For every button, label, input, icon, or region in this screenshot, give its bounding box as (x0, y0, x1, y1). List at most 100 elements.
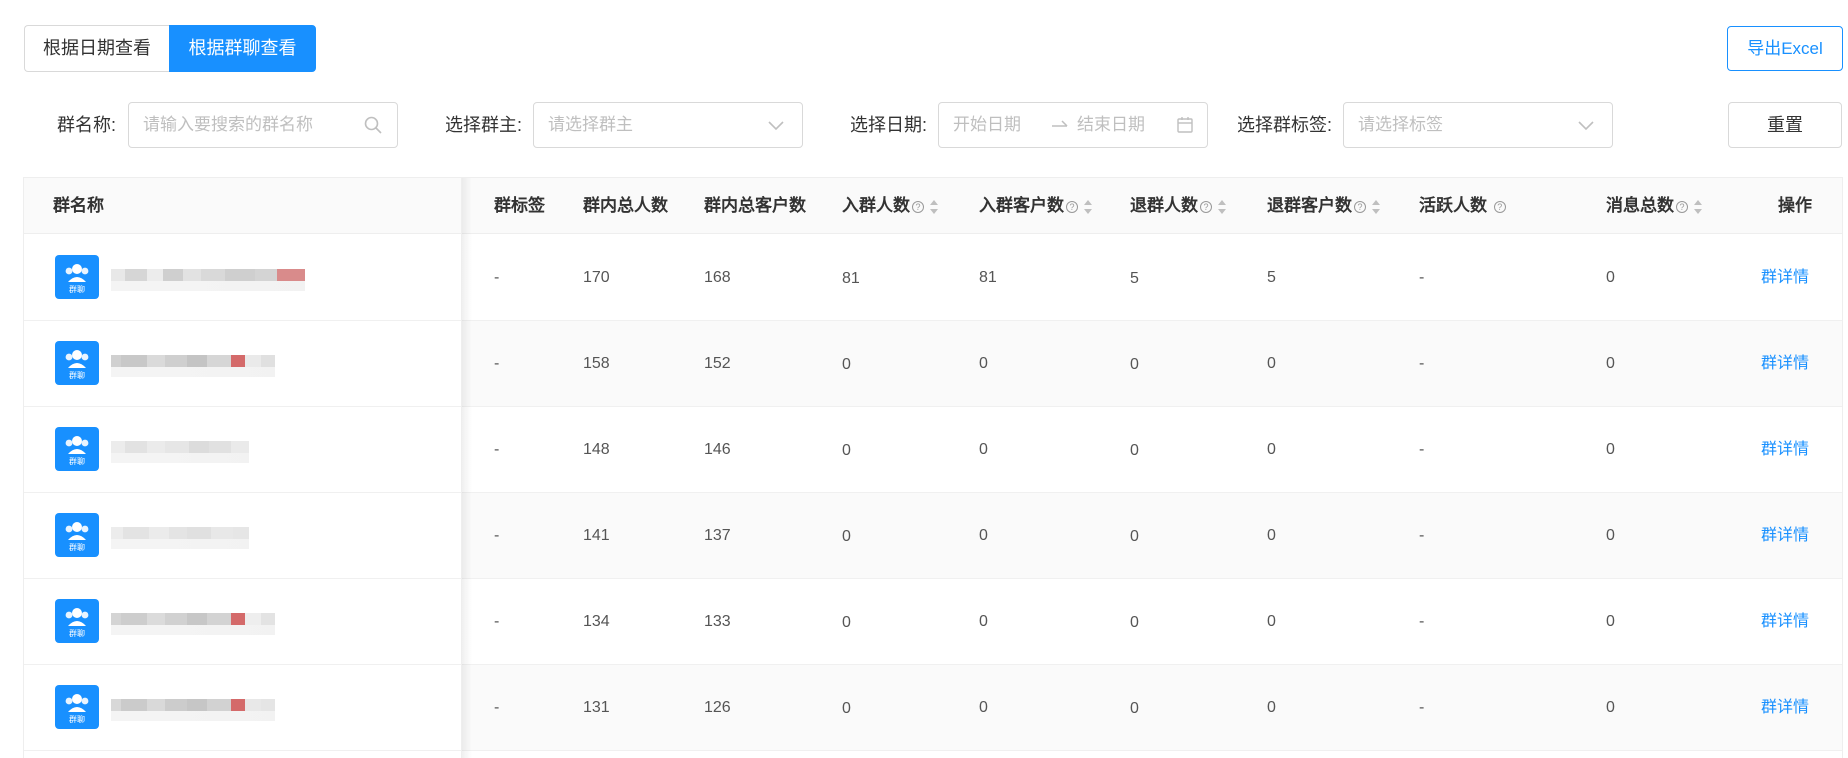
cell-total: 170 (583, 269, 610, 286)
view-mode-toggle: 根据日期查看 根据群聊查看 (24, 25, 316, 72)
cell-active: - (1419, 441, 1425, 458)
group-chat-icon: 群聊 (55, 341, 99, 385)
tag-select[interactable]: 请选择标签 (1343, 102, 1613, 148)
cell-messages: 0 (1606, 613, 1615, 630)
cell-joined: 0 (842, 442, 851, 459)
table-row: 群聊 - 170 168 81 81 5 5 - 0 群详情 (24, 235, 1842, 321)
cell-active: - (1419, 269, 1425, 286)
col-left-customers-label: 退群客户数 (1267, 196, 1352, 215)
redacted-group-name (111, 441, 249, 465)
cell-left: 5 (1130, 270, 1139, 287)
group-name-placeholder: 请输入要搜索的群名称 (143, 115, 313, 134)
avatar-tag-label: 群聊 (69, 715, 85, 724)
cell-tag: - (494, 355, 500, 372)
cell-total-customers: 152 (704, 355, 731, 372)
sort-icon[interactable] (1084, 199, 1092, 214)
col-joined-customers[interactable]: 入群客户数? (979, 178, 1092, 234)
cell-messages: 0 (1606, 355, 1615, 372)
help-icon[interactable]: ? (1066, 200, 1078, 213)
table-row: 群聊 - 141 137 0 0 0 0 - 0 群详情 (24, 493, 1842, 579)
col-messages-label: 消息总数 (1606, 196, 1674, 215)
col-left-label: 退群人数 (1130, 196, 1198, 215)
owner-placeholder: 请选择群主 (548, 115, 633, 134)
calendar-icon (1175, 115, 1195, 135)
cell-messages: 0 (1606, 269, 1615, 286)
col-messages[interactable]: 消息总数? (1606, 178, 1702, 234)
cell-left-customers: 0 (1267, 441, 1276, 458)
help-icon[interactable]: ? (1676, 200, 1688, 213)
group-chat-icon: 群聊 (55, 685, 99, 729)
group-detail-link[interactable]: 群详情 (1761, 579, 1809, 664)
end-date-placeholder[interactable]: 结束日期 (1077, 103, 1145, 147)
arrow-right-icon (1050, 116, 1070, 136)
redacted-group-name (111, 613, 275, 637)
view-by-group-button[interactable]: 根据群聊查看 (169, 25, 316, 72)
sort-icon[interactable] (930, 199, 938, 214)
date-label: 选择日期: (850, 115, 928, 135)
view-by-date-button[interactable]: 根据日期查看 (24, 25, 169, 72)
col-action: 操作 (1778, 196, 1812, 215)
redacted-group-name (111, 355, 275, 379)
cell-left: 0 (1130, 700, 1139, 717)
start-date-placeholder[interactable]: 开始日期 (953, 103, 1021, 147)
cell-joined: 0 (842, 614, 851, 631)
avatar-tag-label: 群聊 (69, 543, 85, 552)
avatar-tag-label: 群聊 (69, 457, 85, 466)
cell-joined: 81 (842, 270, 860, 287)
owner-select[interactable]: 请选择群主 (533, 102, 803, 148)
cell-active: - (1419, 699, 1425, 716)
sort-icon[interactable] (1218, 199, 1226, 214)
group-name-cell: 群聊 (24, 235, 461, 320)
group-chat-icon: 群聊 (55, 427, 99, 471)
group-name-label: 群名称: (57, 115, 117, 135)
cell-joined: 0 (842, 528, 851, 545)
col-left-customers[interactable]: 退群客户数? (1267, 178, 1380, 234)
avatar-tag-label: 群聊 (69, 285, 85, 294)
group-name-search-input[interactable]: 请输入要搜索的群名称 (128, 102, 398, 148)
cell-total: 131 (583, 699, 610, 716)
cell-left: 0 (1130, 356, 1139, 373)
export-excel-button[interactable]: 导出Excel (1727, 26, 1843, 71)
table-row: 群聊 - 131 126 0 0 0 0 - 0 群详情 (24, 665, 1842, 751)
cell-active: - (1419, 527, 1425, 544)
search-icon[interactable] (363, 115, 383, 135)
col-joined-label: 入群人数 (842, 196, 910, 215)
cell-total-customers: 133 (704, 613, 731, 630)
table-header: 群名称 群标签 群内总人数 群内总客户数 入群人数? 入群客户数? 退群人数? … (24, 178, 1842, 234)
group-chat-icon: 群聊 (55, 255, 99, 299)
help-icon[interactable]: ? (912, 200, 924, 213)
cell-left-customers: 0 (1267, 613, 1276, 630)
table-row: 群聊 - 158 152 0 0 0 0 - 0 群详情 (24, 321, 1842, 407)
cell-joined: 0 (842, 356, 851, 373)
cell-left-customers: 0 (1267, 699, 1276, 716)
date-range-picker[interactable]: 开始日期 结束日期 (938, 102, 1208, 148)
col-active-label: 活跃人数 (1419, 196, 1487, 215)
help-icon[interactable]: ? (1354, 200, 1366, 213)
cell-left: 0 (1130, 442, 1139, 459)
cell-total-customers: 137 (704, 527, 731, 544)
fixed-column-divider (461, 178, 462, 758)
sort-icon[interactable] (1372, 199, 1380, 214)
col-active: 活跃人数 ? (1419, 178, 1506, 234)
redacted-group-name (111, 699, 275, 723)
table-row: 群聊 - 134 133 0 0 0 0 - 0 群详情 (24, 579, 1842, 665)
chevron-down-icon (766, 115, 786, 135)
cell-tag: - (494, 269, 500, 286)
col-left[interactable]: 退群人数? (1130, 178, 1226, 234)
col-joined[interactable]: 入群人数? (842, 178, 938, 234)
avatar-tag-label: 群聊 (69, 371, 85, 380)
help-icon[interactable]: ? (1200, 200, 1212, 213)
owner-label: 选择群主: (445, 115, 523, 135)
cell-joined-customers: 81 (979, 269, 997, 286)
tag-placeholder: 请选择标签 (1358, 115, 1443, 134)
group-detail-link[interactable]: 群详情 (1761, 321, 1809, 406)
reset-button[interactable]: 重置 (1728, 102, 1842, 148)
group-name-cell: 群聊 (24, 321, 461, 406)
group-name-cell: 群聊 (24, 407, 461, 492)
group-detail-link[interactable]: 群详情 (1761, 665, 1809, 750)
group-detail-link[interactable]: 群详情 (1761, 407, 1809, 492)
sort-icon[interactable] (1694, 199, 1702, 214)
group-detail-link[interactable]: 群详情 (1761, 493, 1809, 578)
help-icon[interactable]: ? (1493, 200, 1506, 213)
group-detail-link[interactable]: 群详情 (1761, 235, 1809, 320)
